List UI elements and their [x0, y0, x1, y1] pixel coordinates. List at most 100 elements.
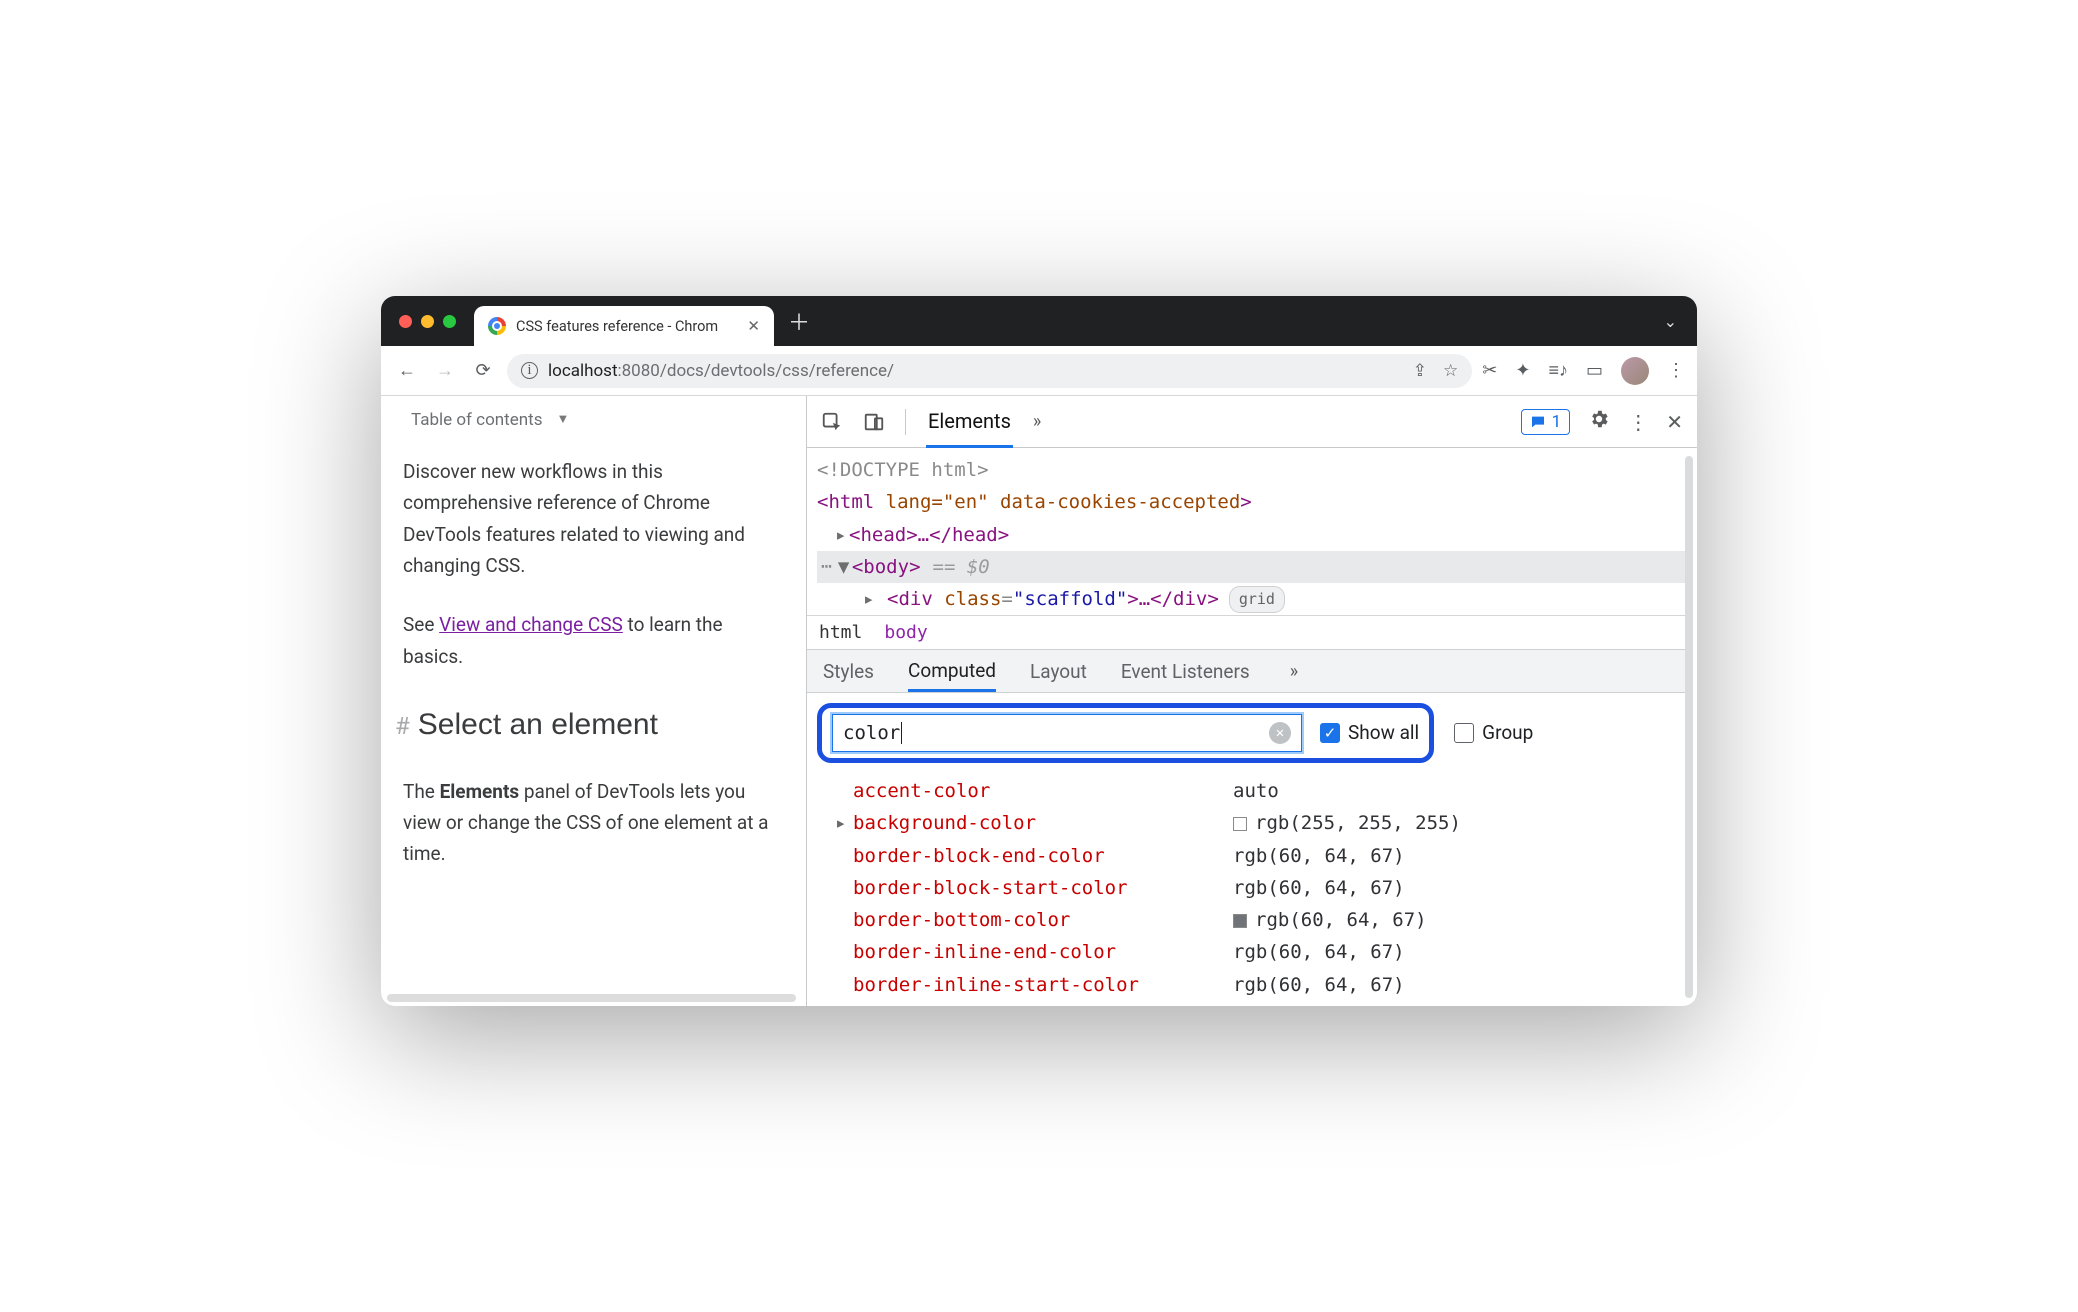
- dom-html-node[interactable]: <html lang="en" data-cookies-accepted>: [817, 486, 1685, 518]
- property-value: rgb(60, 64, 67): [1233, 840, 1405, 872]
- checkbox-checked-icon: ✓: [1320, 723, 1340, 743]
- reading-list-icon[interactable]: ≡♪: [1548, 360, 1568, 381]
- issues-count: 1: [1552, 412, 1562, 432]
- property-value: rgb(60, 64, 67): [1233, 969, 1405, 1001]
- filter-value: color: [843, 722, 900, 744]
- share-icon[interactable]: ⇪: [1413, 361, 1427, 381]
- close-window-button[interactable]: [399, 315, 412, 328]
- back-button[interactable]: ←: [393, 360, 421, 381]
- subtabs-overflow-icon[interactable]: »: [1290, 661, 1298, 682]
- zoom-window-button[interactable]: [443, 315, 456, 328]
- computed-properties-list[interactable]: accent-colorauto▸background-colorrgb(255…: [807, 773, 1685, 1006]
- subtab-styles[interactable]: Styles: [823, 650, 874, 691]
- ellipsis-icon[interactable]: ⋯: [817, 552, 838, 583]
- color-swatch-icon[interactable]: [1233, 817, 1247, 831]
- toc-label: Table of contents: [411, 406, 542, 434]
- dom-tree[interactable]: <!DOCTYPE html> <html lang="en" data-coo…: [807, 448, 1685, 615]
- dom-head-node[interactable]: ▸<head>…</head>: [817, 519, 1685, 551]
- chat-icon: [1530, 414, 1546, 430]
- window-controls: [393, 296, 474, 346]
- chrome-menu-button[interactable]: ⋮: [1667, 360, 1685, 381]
- dom-body-node-selected[interactable]: ⋯ ▼ <body> == $0: [817, 551, 1685, 583]
- property-value: auto: [1233, 775, 1279, 807]
- tabs-overflow-icon[interactable]: »: [1033, 411, 1041, 432]
- tabs-overflow-button[interactable]: ⌄: [1664, 312, 1685, 331]
- site-info-icon[interactable]: i: [521, 362, 538, 379]
- dom-breadcrumbs: html body: [807, 615, 1685, 649]
- color-swatch-icon[interactable]: [1233, 914, 1247, 928]
- vertical-scrollbar[interactable]: [1685, 456, 1693, 998]
- browser-tab[interactable]: CSS features reference - Chrom ✕: [474, 306, 774, 346]
- close-devtools-icon[interactable]: ✕: [1666, 410, 1683, 434]
- computed-property-row[interactable]: border-block-start-colorrgb(60, 64, 67): [835, 872, 1685, 904]
- webpage: Table of contents ▼ Discover new workflo…: [381, 396, 806, 1006]
- subtab-event-listeners[interactable]: Event Listeners: [1121, 650, 1250, 691]
- url-path: :8080/docs/devtools/css/reference/: [618, 361, 895, 381]
- property-name: border-inline-end-color: [853, 936, 1233, 968]
- profile-avatar[interactable]: [1621, 357, 1649, 385]
- highlight-annotation: color ✕ ✓ Show all: [817, 703, 1434, 763]
- filter-input[interactable]: color ✕: [832, 714, 1302, 752]
- forward-button[interactable]: →: [431, 360, 459, 381]
- tab-title: CSS features reference - Chrom: [516, 318, 718, 335]
- new-tab-button[interactable]: ＋: [774, 305, 824, 337]
- side-panel-icon[interactable]: ▭: [1586, 360, 1603, 381]
- subtab-computed[interactable]: Computed: [908, 651, 996, 692]
- crumb-body[interactable]: body: [884, 622, 927, 643]
- property-value: rgb(60, 64, 67): [1233, 872, 1405, 904]
- see-also-paragraph: See View and change CSS to learn the bas…: [403, 609, 784, 672]
- view-change-css-link[interactable]: View and change CSS: [439, 613, 623, 636]
- property-name: border-inline-start-color: [853, 969, 1233, 1001]
- computed-property-row[interactable]: border-block-end-colorrgb(60, 64, 67): [835, 840, 1685, 872]
- computed-property-row[interactable]: ▸background-colorrgb(255, 255, 255): [835, 807, 1685, 839]
- property-name: border-bottom-color: [853, 904, 1233, 936]
- computed-property-row[interactable]: border-bottom-colorrgb(60, 64, 67): [835, 904, 1685, 936]
- expand-triangle-icon[interactable]: ▸: [835, 807, 853, 839]
- content-area: Table of contents ▼ Discover new workflo…: [381, 396, 1697, 1006]
- tab-elements[interactable]: Elements: [926, 397, 1013, 448]
- browser-window: CSS features reference - Chrom ✕ ＋ ⌄ ← →…: [381, 296, 1697, 1006]
- section-paragraph: The Elements panel of DevTools lets you …: [403, 776, 784, 870]
- horizontal-scrollbar[interactable]: [387, 994, 796, 1002]
- grid-badge[interactable]: grid: [1229, 586, 1285, 614]
- show-all-label: Show all: [1348, 721, 1419, 744]
- inspect-element-icon[interactable]: [821, 411, 843, 433]
- browser-toolbar: ← → ⟳ i localhost:8080/docs/devtools/css…: [381, 346, 1697, 396]
- dom-div-node[interactable]: ▸ <div class="scaffold">…</div> grid: [817, 583, 1685, 615]
- close-tab-button[interactable]: ✕: [747, 317, 760, 335]
- separator: [905, 409, 906, 435]
- property-name: background-color: [853, 807, 1233, 839]
- computed-property-row[interactable]: border-inline-end-colorrgb(60, 64, 67): [835, 936, 1685, 968]
- chrome-favicon-icon: [488, 317, 506, 335]
- address-bar[interactable]: i localhost:8080/docs/devtools/css/refer…: [507, 354, 1472, 388]
- reload-button[interactable]: ⟳: [469, 360, 497, 381]
- scissors-icon[interactable]: ✂︎: [1482, 360, 1497, 381]
- text: See: [403, 613, 439, 636]
- bookmark-icon[interactable]: ☆: [1443, 361, 1458, 381]
- property-value: rgb(60, 64, 67): [1233, 936, 1405, 968]
- console-ref: == $0: [933, 551, 990, 583]
- issues-badge[interactable]: 1: [1521, 409, 1571, 435]
- checkbox-icon: [1454, 723, 1474, 743]
- computed-property-row[interactable]: accent-colorauto: [835, 775, 1685, 807]
- anchor-hash-icon[interactable]: #: [395, 707, 410, 747]
- subtab-layout[interactable]: Layout: [1030, 650, 1087, 691]
- computed-property-row[interactable]: border-inline-start-colorrgb(60, 64, 67): [835, 969, 1685, 1001]
- styles-subtabs: Styles Computed Layout Event Listeners »: [807, 649, 1685, 692]
- clear-filter-icon[interactable]: ✕: [1269, 722, 1291, 744]
- crumb-html[interactable]: html: [819, 622, 862, 643]
- property-name: accent-color: [853, 775, 1233, 807]
- minimize-window-button[interactable]: [421, 315, 434, 328]
- devtools-panel: Elements » 1 ⋮ ✕: [806, 396, 1697, 1006]
- device-toolbar-icon[interactable]: [863, 411, 885, 433]
- extensions-icon[interactable]: ✦: [1515, 360, 1530, 381]
- group-label: Group: [1482, 721, 1533, 744]
- dom-doctype: <!DOCTYPE html>: [817, 454, 1685, 486]
- settings-icon[interactable]: [1588, 408, 1610, 435]
- bold-text: Elements: [440, 780, 520, 803]
- devtools-menu-icon[interactable]: ⋮: [1628, 410, 1648, 434]
- toc-toggle[interactable]: Table of contents ▼: [411, 406, 784, 434]
- section-heading: Select an element: [418, 700, 658, 750]
- group-checkbox[interactable]: Group: [1454, 721, 1533, 744]
- show-all-checkbox[interactable]: ✓ Show all: [1320, 721, 1419, 744]
